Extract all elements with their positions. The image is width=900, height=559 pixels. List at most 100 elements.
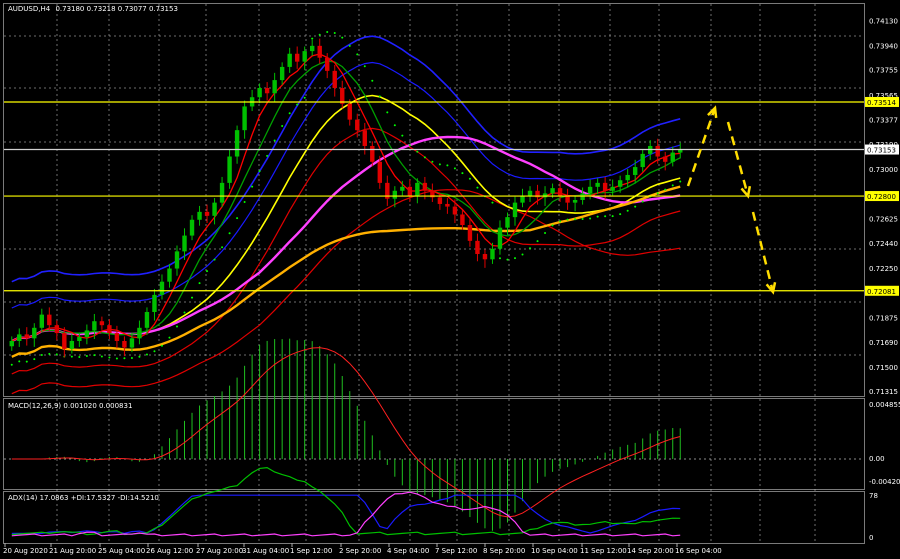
candle [212,198,217,225]
candle [174,245,180,276]
candle-body [47,314,52,326]
price-tick: 0.74130 [869,17,898,25]
psar-dot [10,363,13,366]
psar-dot [589,217,592,220]
price-tick: 0.73000 [869,166,898,174]
psar-dot [326,31,329,34]
candle-body [137,327,142,339]
moving-average-lines [11,53,681,358]
candle-body [107,325,112,334]
psar-dot [266,154,269,157]
candle [595,178,600,195]
candle [234,125,240,164]
time-axis: 20 Aug 2020 21 Aug 20:00 25 Aug 04:00 26 Au… [3,543,722,555]
candle-body [392,190,398,199]
candlesticks [9,38,683,358]
adx-header: ADX(14) 17.0863 +DI:17.5327 -DI:14.5210 [8,494,159,502]
psar-dot [408,144,411,147]
candle-body [632,167,638,175]
time-tick-label: 11 Sep 12:00 [580,547,627,555]
price-tick: 0.71690 [869,339,898,347]
psar-dot [574,218,577,221]
price-tick: 0.73377 [869,117,898,125]
candle [332,64,337,97]
candle [565,188,570,210]
candle-body [572,200,578,203]
macd-tick: -0.004201 [869,478,900,486]
candle-body [475,240,480,255]
psar-dot [559,220,562,223]
candle [264,82,270,101]
candle [227,149,232,189]
candle-body [122,340,127,348]
time-tick-label: 31 Aug 04:00 [242,547,289,555]
psar-dot [281,125,284,128]
psar-dot [664,188,667,191]
psar-dot [386,111,389,114]
candle [152,288,157,321]
psar-dot [153,350,156,353]
adx-scale: 78 0 [869,492,878,542]
time-tick-label: 27 Aug 20:00 [196,547,243,555]
candle-body [99,321,105,326]
candle [340,80,345,109]
psar-dot [258,170,261,173]
candle-body [325,57,330,71]
candle-body [445,203,450,207]
candle-body [39,314,44,328]
level-price-label: 0.73514 [867,99,896,107]
horizontal-levels[interactable] [4,101,864,292]
psar-dot [431,160,434,163]
candle [167,263,172,288]
candle-body [152,294,157,312]
psar-dot [476,186,479,189]
psar-dot [273,139,276,142]
time-tick-label: 21 Aug 20:00 [49,547,96,555]
candle-body [129,338,135,348]
main-panel[interactable] [4,31,864,395]
psar-dot [93,354,96,357]
candle-body [294,53,300,62]
candle-body [505,217,510,228]
candle [32,323,37,347]
candle-body [310,45,315,52]
time-tick-label: 16 Sep 04:00 [675,547,722,555]
candle [663,151,668,171]
candle-body [204,211,210,216]
psar-dot [251,185,254,188]
candle [475,233,480,262]
candle [122,336,127,357]
candle [249,89,255,112]
candle-body [17,334,22,341]
candle-body [84,330,90,338]
candle [482,249,488,268]
candle [527,186,533,202]
psar-dot [348,44,351,47]
candle-body [92,321,97,331]
psar-dot [55,353,58,356]
psar-dot [160,344,163,347]
adx-tick: 0 [869,534,873,542]
psar-dot [566,218,569,221]
candle-body [219,182,225,203]
candle-body [189,219,195,236]
candle-body [62,333,67,349]
candle [625,169,630,188]
candle-body [264,88,270,94]
candle [189,215,195,241]
price-scale: 0.741300.739400.737550.735650.733770.731… [865,17,899,396]
psar-dot [145,353,148,356]
psar-dot [604,215,607,218]
candle [640,149,645,172]
candle [272,72,277,102]
time-tick-label: 20 Aug 2020 [3,547,48,555]
psar-dot [176,325,178,328]
candle-body [595,182,600,187]
psar-dot [378,95,381,98]
psar-dot [333,31,336,34]
psar-dot [356,53,359,56]
candle-body [332,70,337,89]
candle-body [242,106,247,131]
candle [467,219,473,247]
level-price-label: 0.72081 [867,288,896,296]
